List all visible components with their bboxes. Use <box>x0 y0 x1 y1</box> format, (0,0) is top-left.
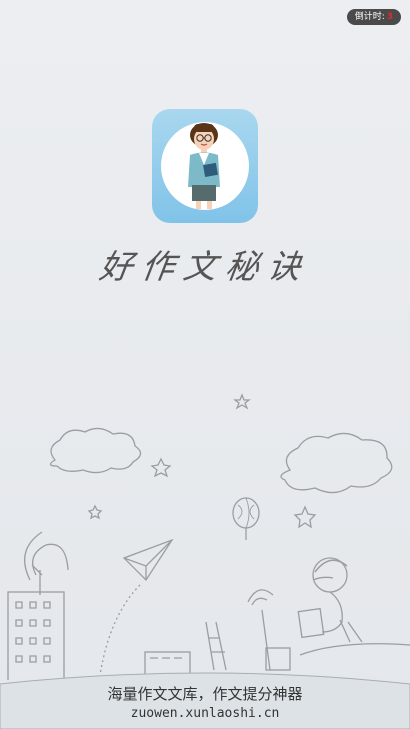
star-icon <box>150 457 172 478</box>
footer-tagline: 海量作文文库，作文提分神器 <box>107 685 303 703</box>
paper-plane-icon <box>99 538 174 676</box>
star-icon <box>293 505 317 529</box>
cloud-icon <box>49 427 142 474</box>
countdown-label: 倒计时: <box>354 12 385 22</box>
star-icon <box>233 393 251 410</box>
countdown-value: 3 <box>386 12 393 22</box>
app-name: 好作文秘诀 <box>96 247 313 286</box>
splash-screen: 倒计时: 3 好作文秘诀 海量作文文库，作文提分神器 zuowen.xunlao… <box>0 0 410 729</box>
footer-url: zuowen.xunlaoshi.cn <box>130 706 280 721</box>
app-logo <box>152 109 258 223</box>
teacher-avatar-icon <box>161 122 249 210</box>
star-icon <box>87 504 103 520</box>
balloon-icon <box>232 497 260 540</box>
countdown-skip-button[interactable]: 倒计时: 3 <box>346 9 401 25</box>
reading-kid-icon <box>297 557 363 643</box>
cloud-icon <box>280 432 393 494</box>
doodle-illustration <box>7 393 410 680</box>
